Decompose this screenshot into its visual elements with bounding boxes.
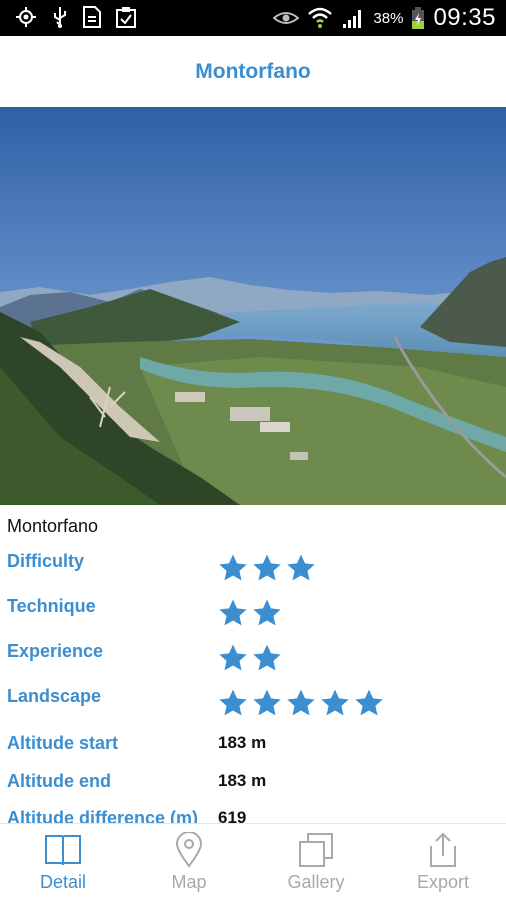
altitude-end-value: 183 m <box>218 771 267 790</box>
star-icon <box>252 554 282 582</box>
star-icon <box>252 599 282 627</box>
clock: 09:35 <box>433 4 496 31</box>
altitude-difference-value: 619 <box>218 808 247 823</box>
altitude-difference-label: Altitude difference (m) <box>7 808 199 823</box>
signal-icon <box>341 6 365 30</box>
clipboard-check-icon <box>114 5 138 29</box>
gallery-icon <box>253 832 379 868</box>
star-icon <box>286 554 316 582</box>
star-icon <box>320 689 350 717</box>
rating-label: Experience <box>7 641 104 661</box>
star-rating <box>218 644 282 672</box>
page-title: Montorfano <box>195 59 311 83</box>
tab-label: Gallery <box>287 872 345 892</box>
star-icon <box>252 689 282 717</box>
map-pin-icon <box>126 832 252 868</box>
tab-label: Map <box>171 872 207 892</box>
book-icon <box>0 832 126 868</box>
tab-detail[interactable]: Detail <box>0 824 126 901</box>
tab-map[interactable]: Map <box>126 824 252 901</box>
rating-label: Technique <box>7 596 96 616</box>
usb-icon <box>50 5 70 29</box>
star-rating <box>218 599 282 627</box>
status-bar: 38% 09:35 <box>0 0 506 36</box>
title-bar: Montorfano <box>0 36 506 107</box>
star-icon <box>252 644 282 672</box>
tab-gallery[interactable]: Gallery <box>253 824 379 901</box>
star-icon <box>286 689 316 717</box>
altitude-start-label: Altitude start <box>7 733 119 753</box>
rating-label: Landscape <box>7 686 102 706</box>
tab-export[interactable]: Export <box>380 824 506 901</box>
rating-label: Difficulty <box>7 551 85 571</box>
star-icon <box>218 689 248 717</box>
document-icon <box>82 5 102 29</box>
star-icon <box>354 689 384 717</box>
place-name: Montorfano <box>7 516 99 536</box>
eye-icon <box>273 8 300 28</box>
gps-icon <box>14 5 38 29</box>
wifi-icon <box>307 6 333 30</box>
landscape-photo[interactable] <box>0 107 506 505</box>
battery-charging-icon <box>411 6 425 30</box>
altitude-end-label: Altitude end <box>7 771 111 791</box>
tab-label: Export <box>416 872 470 892</box>
altitude-start-value: 183 m <box>218 733 267 752</box>
star-icon <box>218 554 248 582</box>
star-rating <box>218 554 316 582</box>
share-icon <box>380 832 506 868</box>
bottom-tab-bar: Detail Map Gallery Export <box>0 823 506 901</box>
tab-label: Detail <box>39 872 87 892</box>
battery-percent: 38% <box>373 9 404 27</box>
star-rating <box>218 689 384 717</box>
star-icon <box>218 644 248 672</box>
detail-panel: Montorfano Difficulty Technique Experien… <box>0 505 506 823</box>
star-icon <box>218 599 248 627</box>
